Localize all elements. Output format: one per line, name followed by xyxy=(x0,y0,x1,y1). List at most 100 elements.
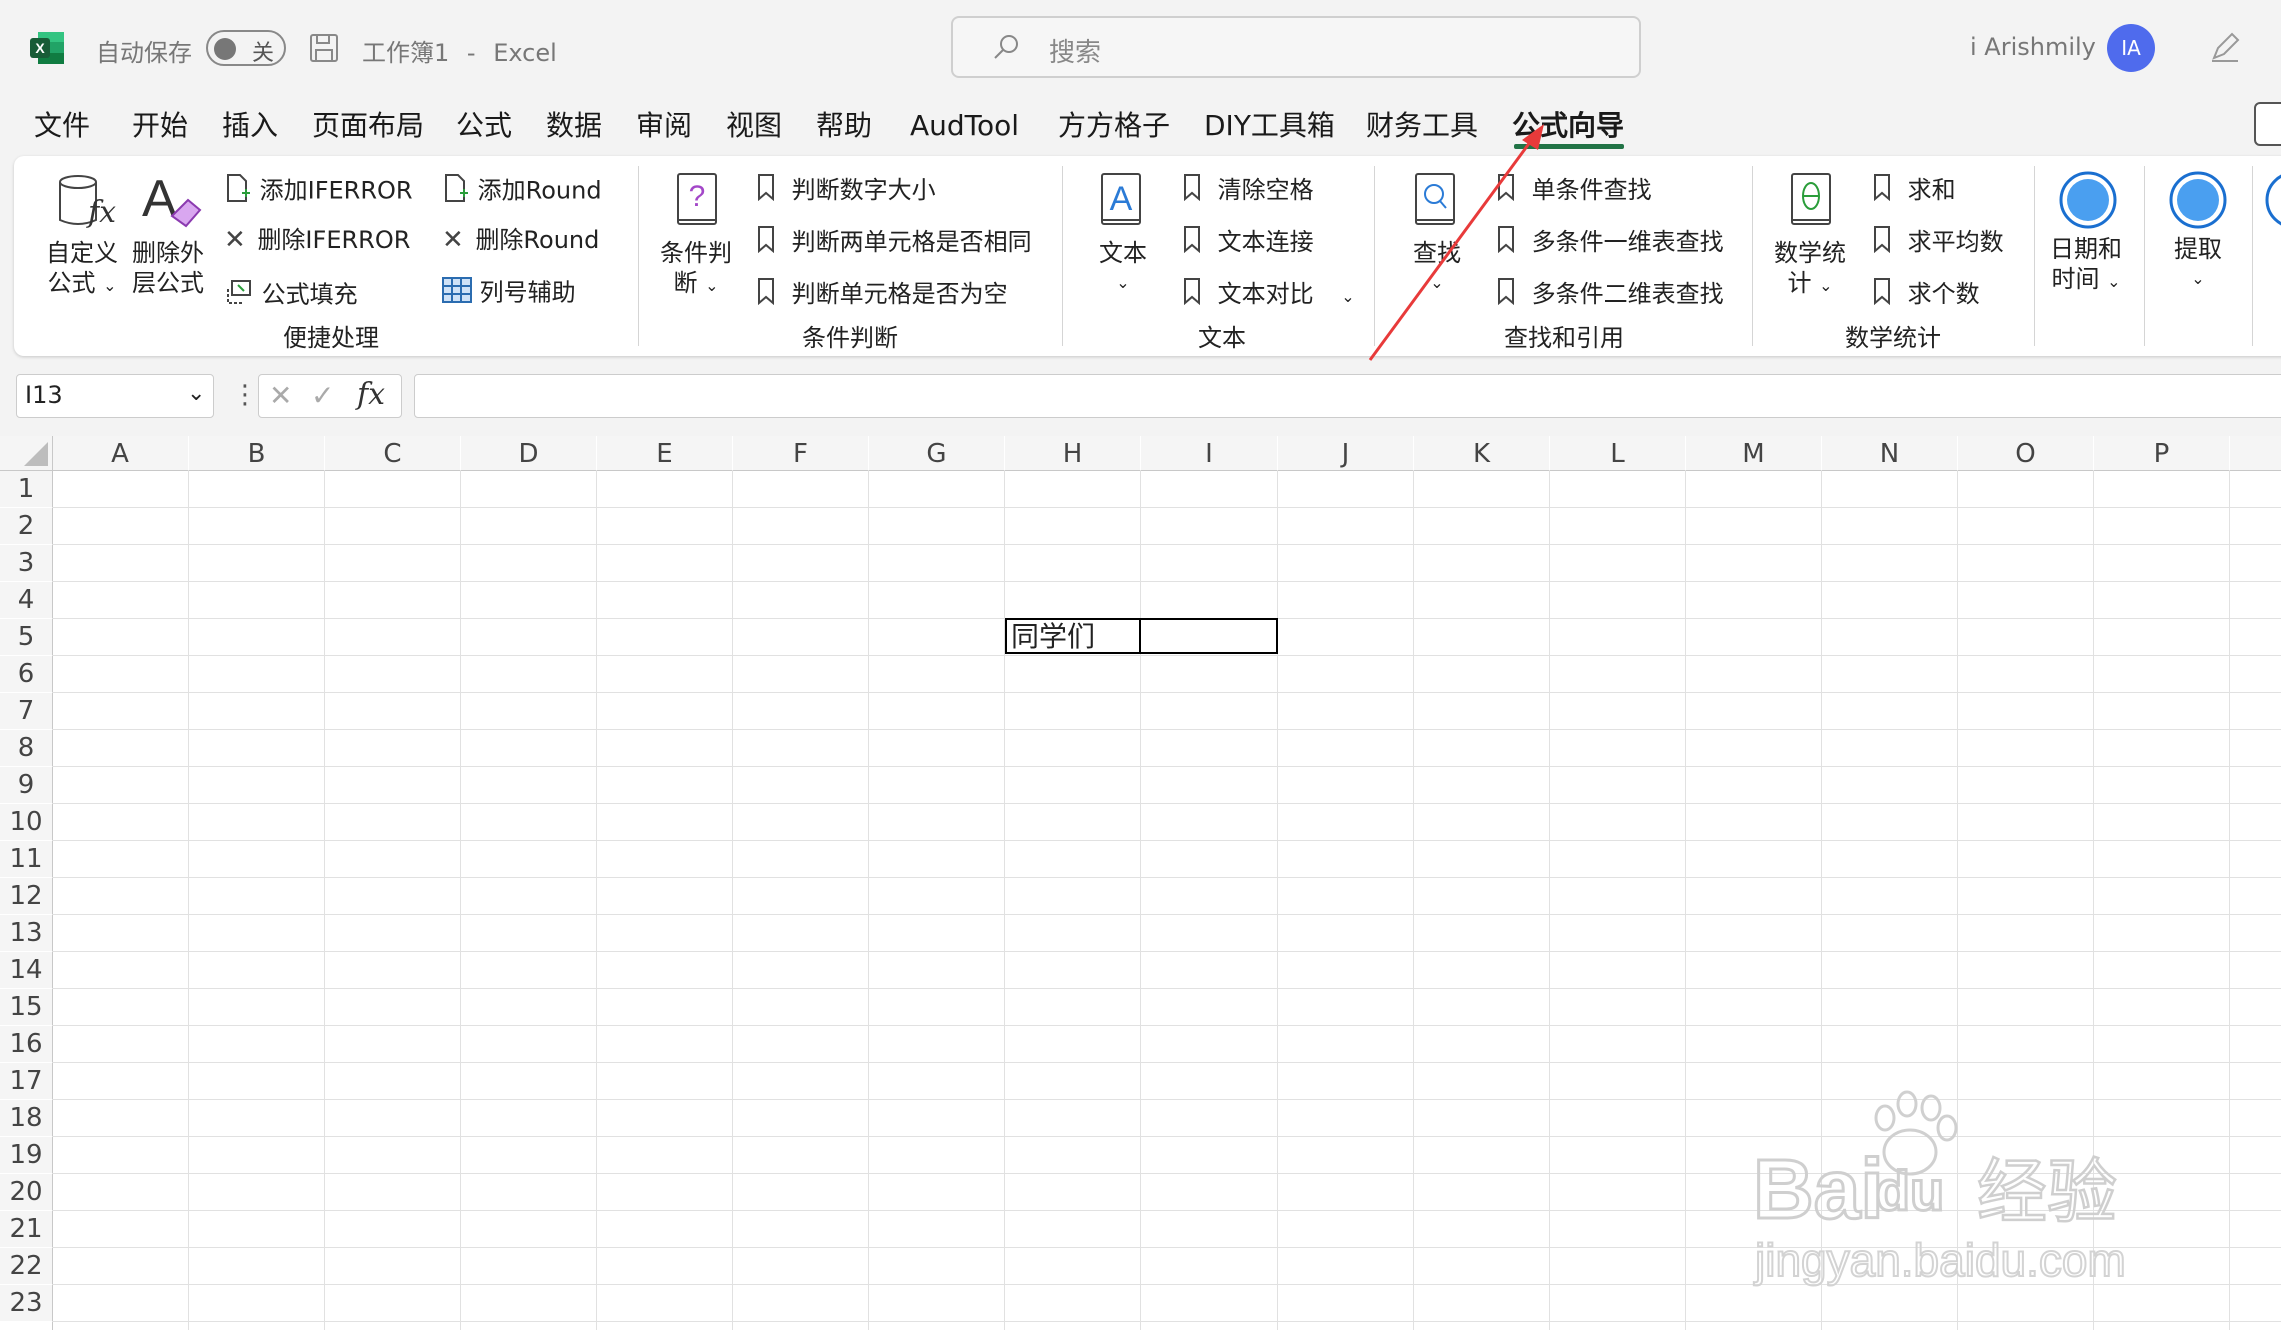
column-header-l[interactable]: L xyxy=(1550,436,1685,470)
row-header-9[interactable]: 9 xyxy=(0,767,52,803)
chevron-down-icon[interactable]: ⌄ xyxy=(187,381,205,406)
average-button[interactable]: 求平均数 xyxy=(1872,225,2004,260)
row-header-18[interactable]: 18 xyxy=(0,1100,52,1136)
column-header-p[interactable]: P xyxy=(2094,436,2229,470)
column-header-j[interactable]: J xyxy=(1278,436,1413,470)
search-box[interactable]: 搜索 xyxy=(951,16,1641,78)
pen-icon[interactable] xyxy=(2208,30,2242,64)
date-time-button[interactable]: 日期和 时间 ⌄ xyxy=(2050,234,2122,297)
text-button-label: 文本 xyxy=(1099,239,1147,267)
tab-page-layout[interactable]: 页面布局 xyxy=(312,106,424,146)
row-header-10[interactable]: 10 xyxy=(0,804,52,840)
column-header-g[interactable]: G xyxy=(869,436,1004,470)
column-header-k[interactable]: K xyxy=(1414,436,1549,470)
confirm-icon[interactable]: ✓ xyxy=(311,379,334,412)
compare-number-button[interactable]: 判断数字大小 xyxy=(756,173,936,208)
row-header-13[interactable]: 13 xyxy=(0,915,52,951)
text-button[interactable]: 文本 ⌄ xyxy=(1099,238,1147,298)
column-header-o[interactable]: O xyxy=(1958,436,2093,470)
delete-round-button[interactable]: ✕ 删除Round xyxy=(442,225,599,255)
cancel-icon[interactable]: ✕ xyxy=(269,379,292,412)
toggle-knob xyxy=(214,38,236,60)
user-name[interactable]: i Arishmily xyxy=(1970,33,2096,61)
tab-help[interactable]: 帮助 xyxy=(816,106,872,146)
trim-spaces-button[interactable]: 清除空格 xyxy=(1182,173,1314,208)
row-header-5[interactable]: 5 xyxy=(0,619,52,655)
row-header-22[interactable]: 22 xyxy=(0,1248,52,1284)
row-header-8[interactable]: 8 xyxy=(0,730,52,766)
formula-fill-button[interactable]: 公式填充 xyxy=(224,277,358,314)
math-stats-button[interactable]: 数学统 计 ⌄ xyxy=(1774,238,1846,301)
row-header-16[interactable]: 16 xyxy=(0,1026,52,1062)
delete-iferror-button[interactable]: ✕ 删除IFERROR xyxy=(224,225,410,255)
grid-line xyxy=(52,507,2281,508)
tab-file[interactable]: 文件 xyxy=(34,106,90,146)
add-round-button[interactable]: 添加Round xyxy=(442,173,602,210)
tab-insert[interactable]: 插入 xyxy=(222,106,278,146)
cell-h5[interactable]: 同学们 xyxy=(1005,618,1141,654)
row-header-15[interactable]: 15 xyxy=(0,989,52,1025)
row-header-21[interactable]: 21 xyxy=(0,1211,52,1247)
check-empty-button[interactable]: 判断单元格是否为空 xyxy=(756,277,1008,312)
column-header-d[interactable]: D xyxy=(461,436,596,470)
add-iferror-button[interactable]: 添加IFERROR xyxy=(224,173,413,210)
column-header-m[interactable]: M xyxy=(1686,436,1821,470)
row-header-7[interactable]: 7 xyxy=(0,693,52,729)
extract-button[interactable]: 提取 ⌄ xyxy=(2174,234,2222,294)
compare-two-cells-button[interactable]: 判断两单元格是否相同 xyxy=(756,225,1032,260)
tab-view[interactable]: 视图 xyxy=(726,106,782,146)
row-header-17[interactable]: 17 xyxy=(0,1063,52,1099)
column-header-b[interactable]: B xyxy=(189,436,324,470)
autosave-toggle[interactable]: 关 xyxy=(206,30,286,66)
tab-audtool[interactable]: AudTool xyxy=(910,106,1019,146)
row-header-3[interactable]: 3 xyxy=(0,545,52,581)
row-header-11[interactable]: 11 xyxy=(0,841,52,877)
column-header-n[interactable]: N xyxy=(1822,436,1957,470)
select-all-corner[interactable] xyxy=(0,436,52,470)
row-header-6[interactable]: 6 xyxy=(0,656,52,692)
row-header-12[interactable]: 12 xyxy=(0,878,52,914)
tab-home[interactable]: 开始 xyxy=(132,106,188,146)
column-helper-button[interactable]: 列号辅助 xyxy=(442,277,576,310)
sum-button[interactable]: 求和 xyxy=(1872,173,1956,208)
insert-function-icon[interactable]: fx xyxy=(357,377,385,412)
custom-formula-button[interactable]: 自定义 公式 ⌄ xyxy=(46,238,118,301)
chevron-down-icon: ⌄ xyxy=(103,276,117,295)
row-header-20[interactable]: 20 xyxy=(0,1174,52,1210)
tab-fangfang[interactable]: 方方格子 xyxy=(1058,106,1170,146)
column-header-partial[interactable] xyxy=(2230,436,2281,470)
formula-input[interactable] xyxy=(414,374,2281,418)
column-header-a[interactable]: A xyxy=(52,436,188,470)
document-title: 工作簿1 - Excel xyxy=(362,33,557,68)
condition-button[interactable]: 条件判 断 ⌄ xyxy=(660,238,732,301)
row-header-19[interactable]: 19 xyxy=(0,1137,52,1173)
tab-formulas[interactable]: 公式 xyxy=(456,106,512,146)
column-header-i[interactable]: I xyxy=(1141,436,1277,470)
grid-line xyxy=(52,840,2281,841)
row-header-14[interactable]: 14 xyxy=(0,952,52,988)
excel-logo-icon[interactable]: X xyxy=(30,30,66,66)
cell-i5[interactable] xyxy=(1141,618,1278,654)
avatar[interactable]: IA xyxy=(2107,24,2155,72)
more-options-icon[interactable]: ⋮ xyxy=(232,380,258,410)
delete-outer-formula-button[interactable]: 删除外 层公式 xyxy=(132,238,204,298)
name-box[interactable]: I13 ⌄ xyxy=(16,374,214,418)
count-button[interactable]: 求个数 xyxy=(1872,277,1980,312)
column-header-f[interactable]: F xyxy=(733,436,868,470)
row-header-2[interactable]: 2 xyxy=(0,508,52,544)
row-header-1[interactable]: 1 xyxy=(0,471,52,507)
save-icon[interactable] xyxy=(308,32,340,64)
comments-icon[interactable] xyxy=(2254,102,2281,146)
row-header-4[interactable]: 4 xyxy=(0,582,52,618)
row-header-23[interactable]: 23 xyxy=(0,1285,52,1321)
tab-diy-toolbox[interactable]: DIY工具箱 xyxy=(1204,106,1335,146)
column-header-c[interactable]: C xyxy=(325,436,460,470)
column-header-e[interactable]: E xyxy=(597,436,732,470)
column-header-h[interactable]: H xyxy=(1005,436,1140,470)
tab-review[interactable]: 审阅 xyxy=(636,106,692,146)
text-compare-button[interactable]: 文本对比 ⌄ xyxy=(1182,277,1355,312)
text-join-button[interactable]: 文本连接 xyxy=(1182,225,1314,260)
tab-data[interactable]: 数据 xyxy=(546,106,602,146)
date-time-label-1: 日期和 xyxy=(2050,235,2122,263)
chevron-down-icon[interactable]: ⌄ xyxy=(1341,287,1354,306)
